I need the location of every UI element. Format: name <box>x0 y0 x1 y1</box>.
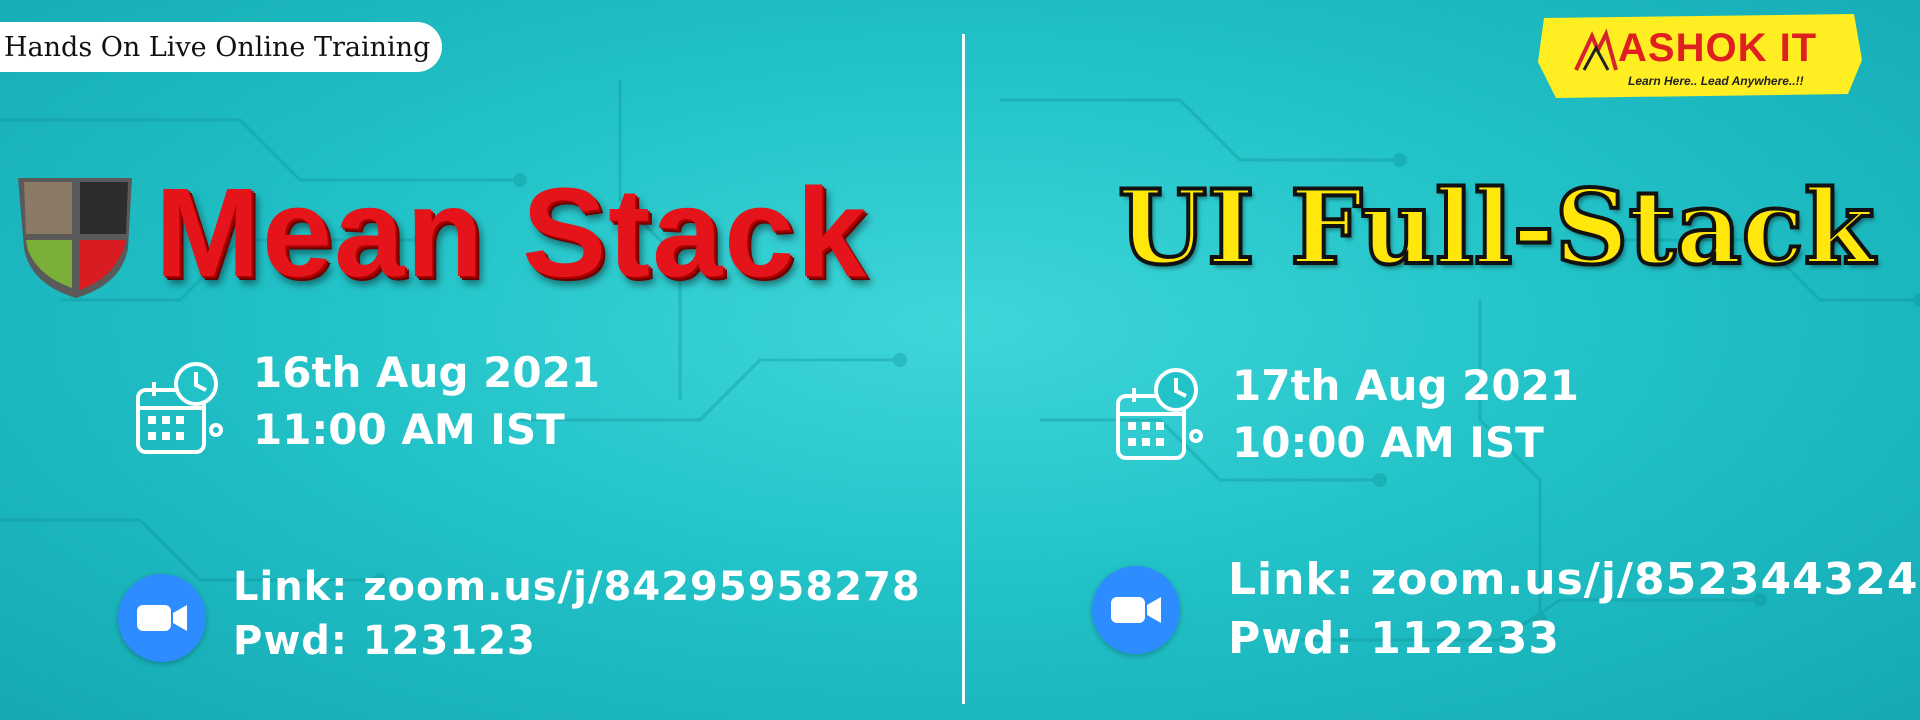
center-divider <box>962 34 965 704</box>
right-time: 10:00 AM IST <box>1232 417 1544 467</box>
training-tag: Hands On Live Online Training <box>0 22 443 72</box>
mean-stack-shield-icon <box>18 178 132 298</box>
right-zoom-link[interactable]: Link: zoom.us/j/85234432447 <box>1228 550 1920 609</box>
calendar-clock-icon <box>1116 368 1203 460</box>
ashok-it-logo: ASHOK IT Learn Here.. Lead Anywhere..!! <box>1536 12 1866 100</box>
left-date: 16th Aug 2021 <box>253 348 601 397</box>
zoom-video-icon <box>118 574 206 662</box>
right-meeting-details: Link: zoom.us/j/85234432447 Pwd: 112233 <box>1228 550 1920 669</box>
left-zoom-link[interactable]: Link: zoom.us/j/84295958278 <box>233 560 921 614</box>
left-meeting-details: Link: zoom.us/j/84295958278 Pwd: 123123 <box>233 560 921 668</box>
logo-tagline: Learn Here.. Lead Anywhere..!! <box>1628 74 1804 88</box>
right-course-title: UI Full-Stack <box>1116 166 1876 290</box>
left-schedule: 16th Aug 2021 11:00 AM IST <box>253 345 600 458</box>
left-time: 11:00 AM IST <box>253 404 565 454</box>
calendar-clock-icon <box>136 362 223 454</box>
left-course-title: Mean Stack <box>155 162 869 303</box>
right-date: 17th Aug 2021 <box>1232 361 1580 410</box>
left-zoom-password: Pwd: 123123 <box>233 618 536 664</box>
right-zoom-password: Pwd: 112233 <box>1228 613 1560 665</box>
training-tag-label: Hands On Live Online Training <box>4 31 431 63</box>
zoom-video-icon <box>1092 566 1180 654</box>
logo-name: ASHOK IT <box>1618 26 1818 70</box>
right-schedule: 17th Aug 2021 10:00 AM IST <box>1232 358 1579 471</box>
